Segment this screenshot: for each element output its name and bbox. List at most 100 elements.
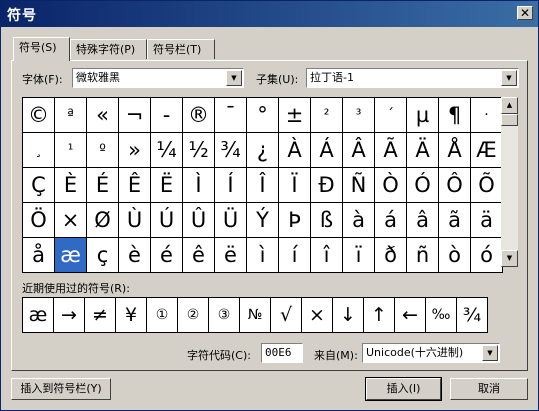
insert-button[interactable]: 插入(I) [365, 377, 442, 401]
symbol-cell[interactable]: Ã [375, 133, 407, 168]
chevron-down-icon[interactable]: ▼ [482, 345, 498, 361]
symbol-cell[interactable]: á [375, 203, 407, 238]
symbol-cell[interactable]: ¹ [55, 133, 87, 168]
symbol-cell[interactable]: ß [311, 203, 343, 238]
symbol-cell[interactable]: × [55, 203, 87, 238]
symbol-cell[interactable]: Î [247, 168, 279, 203]
symbol-cell[interactable]: ´ [375, 98, 407, 133]
symbol-cell[interactable]: ã [439, 203, 471, 238]
symbol-cell[interactable]: Æ [471, 133, 503, 168]
symbol-cell[interactable]: ° [247, 98, 279, 133]
symbol-cell[interactable]: µ [407, 98, 439, 133]
symbol-cell[interactable]: Ö [23, 203, 55, 238]
recent-symbol-cell[interactable]: ¾ [457, 298, 488, 333]
recent-symbol-cell[interactable]: ↓ [333, 298, 364, 333]
symbol-cell[interactable]: ± [279, 98, 311, 133]
symbol-cell[interactable]: À [279, 133, 311, 168]
symbol-cell[interactable]: ³ [343, 98, 375, 133]
recent-symbol-cell[interactable]: ‰ [426, 298, 457, 333]
from-select[interactable]: Unicode(十六进制) ▼ [362, 343, 500, 363]
scroll-down-icon[interactable]: ▼ [501, 250, 518, 267]
symbol-cell[interactable]: ¿ [247, 133, 279, 168]
recent-symbol-cell[interactable]: √ [271, 298, 302, 333]
tab-symbols[interactable]: 符号(S) [13, 37, 70, 61]
symbol-cell[interactable]: Û [183, 203, 215, 238]
symbol-cell[interactable]: Â [343, 133, 375, 168]
symbol-cell[interactable]: Ë [151, 168, 183, 203]
symbol-cell[interactable]: â [407, 203, 439, 238]
symbol-cell[interactable]: ç [87, 238, 119, 273]
symbol-cell[interactable]: î [311, 238, 343, 273]
symbol-cell[interactable]: ¬ [119, 98, 151, 133]
symbol-cell[interactable]: å [23, 238, 55, 273]
symbol-cell[interactable]: ä [471, 203, 503, 238]
symbol-cell[interactable]: ï [343, 238, 375, 273]
recent-symbol-cell[interactable]: ← [395, 298, 426, 333]
close-button[interactable]: ✕ [517, 6, 533, 20]
symbol-cell[interactable]: ë [215, 238, 247, 273]
symbol-cell[interactable]: » [119, 133, 151, 168]
tab-symbol-bar[interactable]: 符号栏(T) [147, 39, 215, 59]
symbol-cell[interactable]: È [55, 168, 87, 203]
symbol-cell[interactable]: é [151, 238, 183, 273]
symbol-cell[interactable]: Ñ [343, 168, 375, 203]
symbol-cell[interactable]: Ì [183, 168, 215, 203]
font-select[interactable]: 微软雅黑 ▼ [72, 68, 244, 88]
symbol-cell[interactable]: ê [183, 238, 215, 273]
symbol-cell[interactable]: É [87, 168, 119, 203]
symbol-cell[interactable]: ò [439, 238, 471, 273]
symbol-cell[interactable]: ¶ [439, 98, 471, 133]
chevron-down-icon[interactable]: ▼ [501, 70, 517, 86]
symbol-cell[interactable]: ¯ [215, 98, 247, 133]
tab-special-characters[interactable]: 特殊字符(P) [70, 39, 147, 59]
symbol-cell[interactable]: Ò [375, 168, 407, 203]
symbol-cell[interactable]: Å [439, 133, 471, 168]
symbol-cell[interactable]: Ï [279, 168, 311, 203]
symbol-cell[interactable]: à [343, 203, 375, 238]
recent-symbol-cell[interactable]: × [302, 298, 333, 333]
chevron-down-icon[interactable]: ▼ [226, 70, 242, 86]
recent-symbol-cell[interactable]: ① [147, 298, 178, 333]
recent-symbol-cell[interactable]: ③ [209, 298, 240, 333]
symbol-cell[interactable]: ² [311, 98, 343, 133]
symbol-cell[interactable]: Á [311, 133, 343, 168]
symbol-cell[interactable]: · [471, 98, 503, 133]
scroll-thumb[interactable] [501, 114, 518, 126]
symbol-cell[interactable]: è [119, 238, 151, 273]
symbol-cell[interactable]: Ç [23, 168, 55, 203]
symbol-cell[interactable]: ì [247, 238, 279, 273]
recent-symbol-cell[interactable]: № [240, 298, 271, 333]
symbol-cell[interactable]: æ [55, 238, 87, 273]
recent-symbol-cell[interactable]: ≠ [85, 298, 116, 333]
symbol-cell[interactable]: « [87, 98, 119, 133]
symbol-cell[interactable]: Ó [407, 168, 439, 203]
subset-select[interactable]: 拉丁语-1 ▼ [306, 68, 519, 88]
recent-symbol-cell[interactable]: ↑ [364, 298, 395, 333]
symbol-cell[interactable]: Ø [87, 203, 119, 238]
recent-symbol-cell[interactable]: → [54, 298, 85, 333]
symbol-cell[interactable]: ð [375, 238, 407, 273]
symbol-cell[interactable]: Ù [119, 203, 151, 238]
symbol-cell[interactable]: ¾ [215, 133, 247, 168]
recent-symbol-cell[interactable]: æ [23, 298, 54, 333]
symbol-cell[interactable]: Ü [215, 203, 247, 238]
symbol-cell[interactable]: © [23, 98, 55, 133]
symbol-cell[interactable]: ó [471, 238, 503, 273]
symbol-cell[interactable]: - [151, 98, 183, 133]
symbol-cell[interactable]: Ô [439, 168, 471, 203]
symbol-cell[interactable]: ½ [183, 133, 215, 168]
symbol-grid-scrollbar[interactable]: ▲ ▼ [501, 97, 518, 267]
symbol-cell[interactable]: Ý [247, 203, 279, 238]
symbol-cell[interactable]: º [87, 133, 119, 168]
symbol-cell[interactable]: í [279, 238, 311, 273]
symbol-cell[interactable]: Õ [471, 168, 503, 203]
symbol-cell[interactable]: Ä [407, 133, 439, 168]
symbol-cell[interactable]: Ê [119, 168, 151, 203]
cancel-button[interactable]: 取消 [450, 378, 528, 400]
symbol-cell[interactable]: ª [55, 98, 87, 133]
recent-symbol-cell[interactable]: ② [178, 298, 209, 333]
insert-to-symbol-bar-button[interactable]: 插入到符号栏(Y) [11, 378, 111, 400]
symbol-cell[interactable]: Þ [279, 203, 311, 238]
symbol-cell[interactable]: Ú [151, 203, 183, 238]
scroll-up-icon[interactable]: ▲ [501, 97, 518, 114]
